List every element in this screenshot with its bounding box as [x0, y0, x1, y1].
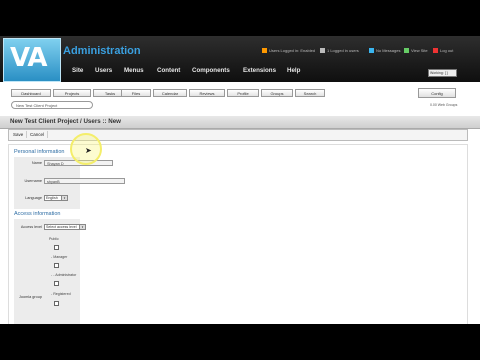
- tab-dashboard[interactable]: Dashboard: [11, 89, 51, 97]
- access-label-column: [14, 219, 80, 324]
- tab-profile[interactable]: Profile: [227, 89, 259, 97]
- logout-link[interactable]: Log out: [433, 48, 453, 53]
- group-public-label: Public: [49, 237, 59, 241]
- group-manager-checkbox[interactable]: [54, 263, 59, 268]
- page-title-bar: New Test Client Project / Users :: New: [0, 116, 480, 129]
- joomla-group-label: Joomla group: [18, 295, 42, 299]
- page-title: New Test Client Project / Users :: New: [10, 118, 121, 125]
- language-label: Language: [25, 196, 42, 200]
- logout-label: Log out: [440, 48, 454, 53]
- save-button[interactable]: Save: [10, 131, 28, 138]
- name-label: Name: [31, 161, 42, 165]
- component-toolbar: Dashboard Projects Tasks Files Calendar …: [0, 82, 480, 117]
- chevron-down-icon: ▾: [79, 225, 85, 229]
- access-level-select[interactable]: Select access level ▾: [44, 224, 86, 230]
- logout-icon: [433, 48, 438, 53]
- project-selector[interactable]: New Test Client Project: [11, 101, 93, 109]
- logged-in-users-link[interactable]: 1 Logged in users: [320, 48, 359, 53]
- group-manager-label: - Manager: [51, 255, 68, 259]
- menu-menus[interactable]: Menus: [124, 67, 144, 74]
- group-registered-checkbox[interactable]: [54, 301, 59, 306]
- tab-groups[interactable]: Groups: [261, 89, 293, 97]
- username-field[interactable]: shyanB: [44, 178, 125, 184]
- logo-text: VA: [10, 43, 47, 73]
- tab-search[interactable]: Search: [295, 89, 325, 97]
- group-public-checkbox[interactable]: [54, 245, 59, 250]
- language-value: English: [46, 196, 58, 200]
- tab-reviews[interactable]: Reviews: [189, 89, 225, 97]
- language-select[interactable]: Working: [ ]: [428, 69, 457, 77]
- admin-header: VA Administration Users Logged in: Enabl…: [0, 36, 480, 82]
- access-level-value: Select access level: [46, 225, 77, 229]
- users-icon: [320, 48, 325, 53]
- users-enabled-status[interactable]: Users Logged in: Enabled: [262, 48, 315, 53]
- menu-components[interactable]: Components: [192, 67, 230, 74]
- cancel-button[interactable]: Cancel: [27, 131, 49, 138]
- view-site-label: View Site: [411, 48, 428, 53]
- mouse-pointer-icon: ➤: [85, 146, 92, 155]
- globe-icon: [404, 48, 409, 53]
- users-icon: [262, 48, 267, 53]
- mail-icon: [369, 48, 374, 53]
- access-section-title: Access information: [14, 211, 61, 217]
- group-administrator-label: - - Administrator: [51, 273, 77, 277]
- menu-site[interactable]: Site: [72, 67, 83, 74]
- username-label: Username: [24, 179, 42, 183]
- group-administrator-checkbox[interactable]: [54, 281, 59, 286]
- view-site-link[interactable]: View Site: [404, 48, 428, 53]
- tab-files[interactable]: Files: [121, 89, 151, 97]
- user-form: Personal information Name Shayan D Usern…: [8, 144, 468, 324]
- config-button[interactable]: Config: [418, 88, 456, 98]
- menu-users[interactable]: Users: [95, 67, 112, 74]
- logged-in-users-label: 1 Logged in users: [327, 48, 359, 53]
- menu-help[interactable]: Help: [287, 67, 300, 74]
- logo[interactable]: VA: [3, 38, 61, 82]
- users-enabled-label: Users Logged in: Enabled: [269, 48, 316, 53]
- messages-label: No Messages: [376, 48, 401, 53]
- browser-viewport: VA Administration Users Logged in: Enabl…: [0, 36, 480, 324]
- messages-link[interactable]: No Messages: [369, 48, 400, 53]
- access-level-label: Access level: [20, 225, 42, 229]
- app-title: Administration: [63, 45, 141, 57]
- tab-calendar[interactable]: Calendar: [153, 89, 187, 97]
- online-status: 0.00 Web Groups: [430, 103, 458, 107]
- personal-section-title: Personal information: [14, 149, 65, 155]
- menu-extensions[interactable]: Extensions: [243, 67, 276, 74]
- menu-content[interactable]: Content: [157, 67, 180, 74]
- tab-projects[interactable]: Projects: [53, 89, 91, 97]
- language-select-field[interactable]: English ▾: [44, 195, 68, 201]
- group-registered-label: - Registered: [51, 292, 71, 296]
- chevron-down-icon: ▾: [61, 196, 67, 200]
